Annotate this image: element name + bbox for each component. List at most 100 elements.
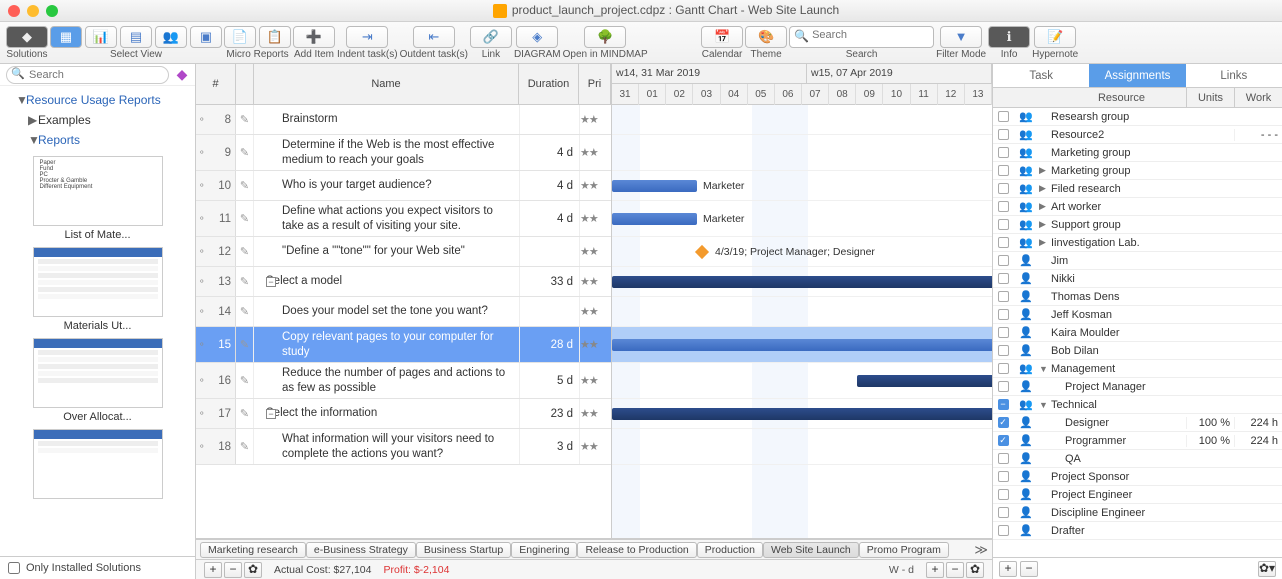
resource-units[interactable]: 100 %: [1186, 435, 1234, 447]
resource-checkbox[interactable]: [998, 129, 1009, 140]
priority-cell[interactable]: ★★: [579, 201, 611, 236]
resource-row[interactable]: ✓ 👤 Designer 100 % 224 h: [993, 414, 1282, 432]
filter-mode-button[interactable]: ▼: [940, 26, 982, 48]
priority-cell[interactable]: ★★: [579, 237, 611, 266]
resource-checkbox[interactable]: [998, 345, 1009, 356]
resource-row[interactable]: 👤 Kaira Moulder: [993, 324, 1282, 342]
project-tab[interactable]: Web Site Launch: [763, 542, 859, 558]
duration-cell[interactable]: [519, 297, 579, 326]
resource-row[interactable]: 👥 ▶ Support group: [993, 216, 1282, 234]
view-btn-5[interactable]: ▣: [190, 26, 222, 48]
task-name-cell[interactable]: Reduce the number of pages and actions t…: [254, 366, 519, 395]
project-tab[interactable]: Promo Program: [859, 542, 949, 558]
priority-cell[interactable]: ★★: [579, 363, 611, 398]
gantt-bar[interactable]: Marketer: [612, 213, 697, 225]
resource-checkbox[interactable]: [998, 111, 1009, 122]
resource-checkbox[interactable]: [998, 219, 1009, 230]
resource-row[interactable]: 👤 Jeff Kosman: [993, 306, 1282, 324]
task-row[interactable]: ⚬13 ✎ −Select a model 33 d ★★: [196, 267, 611, 297]
resource-row[interactable]: 👤 Thomas Dens: [993, 288, 1282, 306]
resource-row[interactable]: 👤 Nikki: [993, 270, 1282, 288]
duration-cell[interactable]: 4 d: [519, 171, 579, 200]
priority-cell[interactable]: ★★: [579, 327, 611, 362]
duration-cell[interactable]: 23 d: [519, 399, 579, 428]
rp-add-button[interactable]: +: [999, 561, 1017, 577]
settings-gear-button[interactable]: ✿: [244, 562, 262, 578]
task-row[interactable]: ⚬10 ✎ Who is your target audience? 4 d ★…: [196, 171, 611, 201]
task-name-cell[interactable]: Who is your target audience?: [254, 178, 519, 192]
timeline-zoom-in[interactable]: +: [926, 562, 944, 578]
resource-row[interactable]: 👤 Bob Dilan: [993, 342, 1282, 360]
task-name-cell[interactable]: "Define a ""tone"" for your Web site": [254, 244, 519, 258]
resource-checkbox[interactable]: [998, 183, 1009, 194]
hypernote-button[interactable]: 📝: [1034, 26, 1076, 48]
chart-body[interactable]: MarketerMarketer4/3/19; Project Manager;…: [612, 105, 992, 538]
gantt-chart[interactable]: w14, 31 Mar 2019 w15, 07 Apr 2019 310102…: [612, 64, 992, 538]
theme-button[interactable]: 🎨: [745, 26, 787, 48]
resource-checkbox[interactable]: [998, 237, 1009, 248]
sidebar-pin-icon[interactable]: ◆: [175, 68, 189, 82]
resource-row[interactable]: 👥 Marketing group: [993, 144, 1282, 162]
zoom-in-button[interactable]: +: [204, 562, 222, 578]
milestone-icon[interactable]: [695, 244, 709, 258]
rp-remove-button[interactable]: −: [1020, 561, 1038, 577]
task-name-cell[interactable]: −Select a model: [254, 274, 519, 288]
resource-checkbox[interactable]: [998, 471, 1009, 482]
resource-row[interactable]: 👤 Project Engineer: [993, 486, 1282, 504]
resource-checkbox[interactable]: ✓: [998, 417, 1009, 428]
project-tab[interactable]: Production: [697, 542, 763, 558]
task-row[interactable]: ⚬11 ✎ Define what actions you expect vis…: [196, 201, 611, 237]
resource-row[interactable]: 👤 Jim: [993, 252, 1282, 270]
sidebar-search-input[interactable]: [29, 69, 160, 81]
mindmap-button[interactable]: 🌳: [584, 26, 626, 48]
toolbar-search-input[interactable]: [812, 29, 927, 41]
task-name-cell[interactable]: Copy relevant pages to your computer for…: [254, 330, 519, 359]
chart-row[interactable]: [612, 429, 992, 465]
resource-row[interactable]: 👥 Resource2 - - -: [993, 126, 1282, 144]
project-tab[interactable]: Enginering: [511, 542, 577, 558]
task-row[interactable]: ⚬9 ✎ Determine if the Web is the most ef…: [196, 135, 611, 171]
rp-col-work[interactable]: Work: [1234, 88, 1282, 107]
info-button[interactable]: ℹ: [988, 26, 1030, 48]
resource-units[interactable]: 100 %: [1186, 417, 1234, 429]
view-btn-1[interactable]: ▦: [50, 26, 82, 48]
rp-tab-task[interactable]: Task: [993, 64, 1089, 87]
gantt-bar[interactable]: Marketer: [612, 180, 697, 192]
task-name-cell[interactable]: Define what actions you expect visitors …: [254, 204, 519, 233]
task-row[interactable]: ⚬12 ✎ "Define a ""tone"" for your Web si…: [196, 237, 611, 267]
only-installed-checkbox[interactable]: [8, 562, 20, 574]
project-tab[interactable]: Marketing research: [200, 542, 306, 558]
solutions-button[interactable]: ◆: [6, 26, 48, 48]
rp-col-units[interactable]: Units: [1186, 88, 1234, 107]
add-item-button[interactable]: ➕: [293, 26, 335, 48]
priority-cell[interactable]: ★★: [579, 135, 611, 170]
priority-cell[interactable]: ★★: [579, 429, 611, 464]
task-name-cell[interactable]: −Select the information: [254, 406, 519, 420]
task-name-cell[interactable]: Determine if the Web is the most effecti…: [254, 138, 519, 167]
task-name-cell[interactable]: Does your model set the tone you want?: [254, 304, 519, 318]
task-name-cell[interactable]: Brainstorm: [254, 112, 519, 126]
duration-cell[interactable]: [519, 105, 579, 134]
resource-checkbox[interactable]: [998, 381, 1009, 392]
expand-arrow[interactable]: ▶: [1039, 183, 1051, 194]
expand-arrow[interactable]: ▶: [1039, 237, 1051, 248]
rp-tab-assignments[interactable]: Assignments: [1089, 64, 1185, 87]
task-name-cell[interactable]: What information will your visitors need…: [254, 432, 519, 461]
outdent-button[interactable]: ⇤: [413, 26, 455, 48]
task-row[interactable]: ⚬18 ✎ What information will your visitor…: [196, 429, 611, 465]
resource-row[interactable]: 👥 ▶ Filed research: [993, 180, 1282, 198]
duration-cell[interactable]: 4 d: [519, 135, 579, 170]
resource-row[interactable]: 👤 QA: [993, 450, 1282, 468]
zoom-out-button[interactable]: −: [224, 562, 242, 578]
resource-checkbox[interactable]: −: [998, 399, 1009, 410]
resource-checkbox[interactable]: [998, 291, 1009, 302]
toolbar-search[interactable]: [789, 26, 934, 48]
expand-arrow[interactable]: ▶: [1039, 219, 1051, 230]
gantt-bar[interactable]: Designer ; Programmer: [612, 339, 992, 351]
resource-checkbox[interactable]: [998, 201, 1009, 212]
task-row[interactable]: ⚬14 ✎ Does your model set the tone you w…: [196, 297, 611, 327]
view-btn-4[interactable]: 👥: [155, 26, 187, 48]
chart-row[interactable]: [612, 105, 992, 135]
rp-col-resource[interactable]: Resource: [1051, 88, 1186, 107]
micro-report-btn-2[interactable]: 📋: [259, 26, 291, 48]
